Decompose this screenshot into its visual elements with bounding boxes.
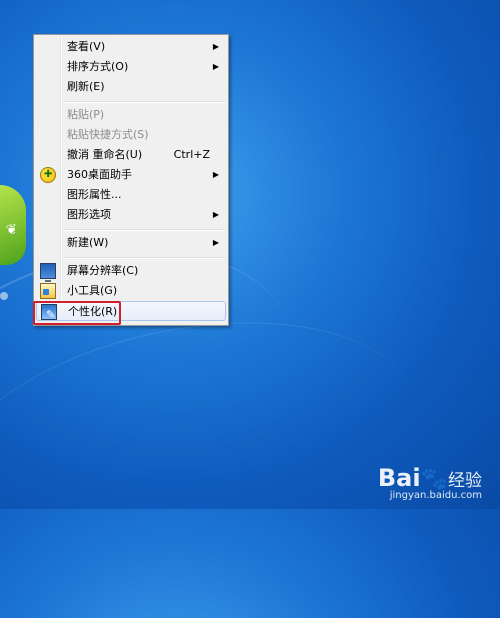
bird-icon: ❦ [4, 221, 20, 239]
watermark-brand: Bai [377, 464, 421, 492]
menu-item-graphics-properties[interactable]: 图形属性... [36, 185, 226, 205]
menu-item-label: 粘贴(P) [67, 108, 105, 121]
gadget-icon [40, 283, 56, 299]
menu-item-label: 图形属性... [67, 188, 122, 201]
menu-separator [64, 101, 226, 103]
menu-item-refresh[interactable]: 刷新(E) [36, 77, 226, 97]
menu-item-undo-rename[interactable]: 撤消 重命名(U) Ctrl+Z [36, 145, 226, 165]
menu-item-sort-by[interactable]: 排序方式(O) ▶ [36, 57, 226, 77]
watermark-url: jingyan.baidu.com [389, 490, 482, 501]
menu-item-label: 360桌面助手 [67, 168, 132, 181]
submenu-arrow-icon: ▶ [212, 238, 219, 247]
paw-icon: 🐾 [420, 467, 448, 492]
baidu-jingyan-watermark: Bai🐾经验 jingyan.baidu.com [378, 464, 482, 501]
menu-item-label: 撤消 重命名(U) [67, 148, 143, 161]
menu-item-view[interactable]: 查看(V) ▶ [36, 37, 226, 57]
menu-item-label: 查看(V) [67, 40, 106, 53]
360-icon: ✚ [40, 167, 56, 183]
submenu-arrow-icon: ▶ [212, 170, 219, 179]
menu-item-label: 屏幕分辨率(C) [67, 264, 139, 277]
menu-item-paste-shortcut: 粘贴快捷方式(S) [36, 125, 226, 145]
submenu-arrow-icon: ▶ [212, 210, 219, 219]
menu-item-paste: 粘贴(P) [36, 105, 226, 125]
menu-separator [64, 229, 226, 231]
submenu-arrow-icon: ▶ [212, 42, 219, 51]
menu-item-new[interactable]: 新建(W) ▶ [36, 233, 226, 253]
menu-item-label: 小工具(G) [67, 284, 118, 297]
menu-item-label: 粘贴快捷方式(S) [67, 128, 149, 141]
watermark-jingyan: 经验 [448, 471, 482, 491]
highlight-annotation-box [33, 301, 121, 325]
menu-item-label: 刷新(E) [67, 80, 105, 93]
wallpaper-dot [0, 292, 8, 300]
menu-item-screen-resolution[interactable]: 屏幕分辨率(C) [36, 261, 226, 282]
shortcut-text: Ctrl+Z [173, 148, 210, 161]
menu-item-graphics-options[interactable]: 图形选项 ▶ [36, 205, 226, 225]
menu-item-360-desktop-assistant[interactable]: ✚ 360桌面助手 ▶ [36, 165, 226, 185]
watermark-logo: Bai🐾经验 [378, 464, 482, 492]
menu-item-gadgets[interactable]: 小工具(G) [36, 281, 226, 301]
menu-separator [64, 257, 226, 259]
monitor-icon [40, 263, 56, 282]
menu-item-label: 新建(W) [67, 236, 109, 249]
menu-item-label: 图形选项 [67, 208, 111, 221]
desktop-context-menu: 查看(V) ▶ 排序方式(O) ▶ 刷新(E) 粘贴(P) 粘贴快捷方式(S) … [33, 34, 229, 326]
menu-item-label: 排序方式(O) [67, 60, 129, 73]
submenu-arrow-icon: ▶ [212, 62, 219, 71]
